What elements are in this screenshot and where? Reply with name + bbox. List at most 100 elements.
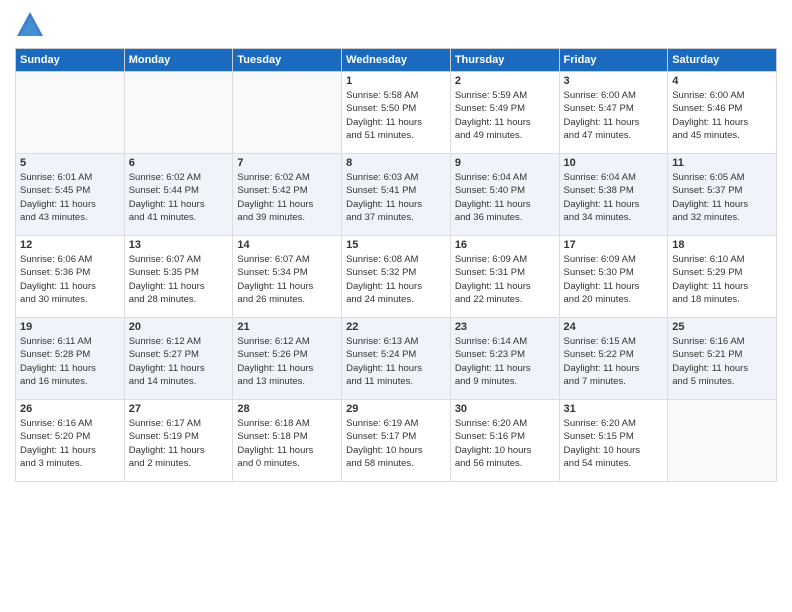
day-info: Sunrise: 6:14 AM Sunset: 5:23 PM Dayligh… <box>455 335 555 388</box>
day-info: Sunrise: 6:02 AM Sunset: 5:44 PM Dayligh… <box>129 171 229 224</box>
logo <box>15 10 49 40</box>
day-number: 5 <box>20 157 120 169</box>
calendar-cell: 4 Sunrise: 6:00 AM Sunset: 5:46 PM Daylig… <box>668 72 777 154</box>
calendar-cell: 30 Sunrise: 6:20 AM Sunset: 5:16 PM Dayli… <box>450 400 559 482</box>
calendar-table: SundayMondayTuesdayWednesdayThursdayFrid… <box>15 48 777 482</box>
day-info: Sunrise: 6:04 AM Sunset: 5:40 PM Dayligh… <box>455 171 555 224</box>
page-container: SundayMondayTuesdayWednesdayThursdayFrid… <box>0 0 792 487</box>
day-info: Sunrise: 6:00 AM Sunset: 5:46 PM Dayligh… <box>672 89 772 142</box>
day-info: Sunrise: 6:06 AM Sunset: 5:36 PM Dayligh… <box>20 253 120 306</box>
calendar-cell: 5 Sunrise: 6:01 AM Sunset: 5:45 PM Daylig… <box>16 154 125 236</box>
day-number: 16 <box>455 239 555 251</box>
day-info: Sunrise: 6:03 AM Sunset: 5:41 PM Dayligh… <box>346 171 446 224</box>
day-info: Sunrise: 6:09 AM Sunset: 5:30 PM Dayligh… <box>564 253 664 306</box>
day-number: 12 <box>20 239 120 251</box>
calendar-cell: 21 Sunrise: 6:12 AM Sunset: 5:26 PM Dayli… <box>233 318 342 400</box>
day-number: 23 <box>455 321 555 333</box>
header-day-saturday: Saturday <box>668 49 777 72</box>
day-info: Sunrise: 6:02 AM Sunset: 5:42 PM Dayligh… <box>237 171 337 224</box>
calendar-cell: 27Sunrise: 6:17 AM Sunset: 5:19 PM Dayli… <box>124 400 233 482</box>
calendar-cell: 8 Sunrise: 6:03 AM Sunset: 5:41 PM Daylig… <box>342 154 451 236</box>
day-number: 13 <box>129 239 229 251</box>
calendar-cell: 28Sunrise: 6:18 AM Sunset: 5:18 PM Dayli… <box>233 400 342 482</box>
day-info: Sunrise: 6:11 AM Sunset: 5:28 PM Dayligh… <box>20 335 120 388</box>
day-number: 3 <box>564 75 664 87</box>
week-row-1: 1 Sunrise: 5:58 AM Sunset: 5:50 PM Daylig… <box>16 72 777 154</box>
calendar-cell: 26 Sunrise: 6:16 AM Sunset: 5:20 PM Dayli… <box>16 400 125 482</box>
day-info: Sunrise: 6:05 AM Sunset: 5:37 PM Dayligh… <box>672 171 772 224</box>
day-info: Sunrise: 6:17 AM Sunset: 5:19 PM Dayligh… <box>129 417 229 470</box>
day-info: Sunrise: 6:04 AM Sunset: 5:38 PM Dayligh… <box>564 171 664 224</box>
calendar-cell: 1 Sunrise: 5:58 AM Sunset: 5:50 PM Daylig… <box>342 72 451 154</box>
day-number: 10 <box>564 157 664 169</box>
day-info: Sunrise: 6:16 AM Sunset: 5:21 PM Dayligh… <box>672 335 772 388</box>
week-row-3: 12 Sunrise: 6:06 AM Sunset: 5:36 PM Dayli… <box>16 236 777 318</box>
day-info: Sunrise: 5:58 AM Sunset: 5:50 PM Dayligh… <box>346 89 446 142</box>
day-info: Sunrise: 6:09 AM Sunset: 5:31 PM Dayligh… <box>455 253 555 306</box>
calendar-cell: 23 Sunrise: 6:14 AM Sunset: 5:23 PM Dayli… <box>450 318 559 400</box>
day-number: 29 <box>346 403 446 415</box>
calendar-cell: 9Sunrise: 6:04 AM Sunset: 5:40 PM Daylig… <box>450 154 559 236</box>
day-number: 7 <box>237 157 337 169</box>
header-day-tuesday: Tuesday <box>233 49 342 72</box>
header-day-sunday: Sunday <box>16 49 125 72</box>
day-info: Sunrise: 6:15 AM Sunset: 5:22 PM Dayligh… <box>564 335 664 388</box>
calendar-cell: 14 Sunrise: 6:07 AM Sunset: 5:34 PM Dayli… <box>233 236 342 318</box>
calendar-cell: 12 Sunrise: 6:06 AM Sunset: 5:36 PM Dayli… <box>16 236 125 318</box>
calendar-cell: 22Sunrise: 6:13 AM Sunset: 5:24 PM Dayli… <box>342 318 451 400</box>
day-number: 1 <box>346 75 446 87</box>
day-number: 2 <box>455 75 555 87</box>
day-number: 30 <box>455 403 555 415</box>
calendar-cell: 11 Sunrise: 6:05 AM Sunset: 5:37 PM Dayli… <box>668 154 777 236</box>
day-info: Sunrise: 6:16 AM Sunset: 5:20 PM Dayligh… <box>20 417 120 470</box>
week-row-4: 19 Sunrise: 6:11 AM Sunset: 5:28 PM Dayli… <box>16 318 777 400</box>
day-info: Sunrise: 6:20 AM Sunset: 5:16 PM Dayligh… <box>455 417 555 470</box>
logo-icon <box>15 10 45 40</box>
header-day-monday: Monday <box>124 49 233 72</box>
day-info: Sunrise: 6:20 AM Sunset: 5:15 PM Dayligh… <box>564 417 664 470</box>
day-number: 8 <box>346 157 446 169</box>
calendar-cell: 15Sunrise: 6:08 AM Sunset: 5:32 PM Dayli… <box>342 236 451 318</box>
calendar-cell: 10 Sunrise: 6:04 AM Sunset: 5:38 PM Dayli… <box>559 154 668 236</box>
day-number: 20 <box>129 321 229 333</box>
day-info: Sunrise: 6:18 AM Sunset: 5:18 PM Dayligh… <box>237 417 337 470</box>
day-info: Sunrise: 5:59 AM Sunset: 5:49 PM Dayligh… <box>455 89 555 142</box>
calendar-cell: 25 Sunrise: 6:16 AM Sunset: 5:21 PM Dayli… <box>668 318 777 400</box>
day-number: 21 <box>237 321 337 333</box>
calendar-cell: 20 Sunrise: 6:12 AM Sunset: 5:27 PM Dayli… <box>124 318 233 400</box>
day-number: 14 <box>237 239 337 251</box>
calendar-cell: 3 Sunrise: 6:00 AM Sunset: 5:47 PM Daylig… <box>559 72 668 154</box>
day-number: 4 <box>672 75 772 87</box>
day-number: 24 <box>564 321 664 333</box>
calendar-cell: 24 Sunrise: 6:15 AM Sunset: 5:22 PM Dayli… <box>559 318 668 400</box>
day-number: 25 <box>672 321 772 333</box>
header-day-wednesday: Wednesday <box>342 49 451 72</box>
calendar-cell: 29Sunrise: 6:19 AM Sunset: 5:17 PM Dayli… <box>342 400 451 482</box>
calendar-cell: 31 Sunrise: 6:20 AM Sunset: 5:15 PM Dayli… <box>559 400 668 482</box>
day-info: Sunrise: 6:07 AM Sunset: 5:35 PM Dayligh… <box>129 253 229 306</box>
day-info: Sunrise: 6:00 AM Sunset: 5:47 PM Dayligh… <box>564 89 664 142</box>
day-number: 17 <box>564 239 664 251</box>
day-info: Sunrise: 6:12 AM Sunset: 5:26 PM Dayligh… <box>237 335 337 388</box>
calendar-cell: 16 Sunrise: 6:09 AM Sunset: 5:31 PM Dayli… <box>450 236 559 318</box>
day-number: 26 <box>20 403 120 415</box>
calendar-cell <box>233 72 342 154</box>
day-info: Sunrise: 6:07 AM Sunset: 5:34 PM Dayligh… <box>237 253 337 306</box>
day-number: 19 <box>20 321 120 333</box>
day-number: 18 <box>672 239 772 251</box>
week-row-5: 26 Sunrise: 6:16 AM Sunset: 5:20 PM Dayli… <box>16 400 777 482</box>
day-info: Sunrise: 6:08 AM Sunset: 5:32 PM Dayligh… <box>346 253 446 306</box>
day-number: 31 <box>564 403 664 415</box>
day-number: 11 <box>672 157 772 169</box>
day-number: 22 <box>346 321 446 333</box>
day-info: Sunrise: 6:12 AM Sunset: 5:27 PM Dayligh… <box>129 335 229 388</box>
week-row-2: 5 Sunrise: 6:01 AM Sunset: 5:45 PM Daylig… <box>16 154 777 236</box>
calendar-cell: 2 Sunrise: 5:59 AM Sunset: 5:49 PM Daylig… <box>450 72 559 154</box>
calendar-cell: 18Sunrise: 6:10 AM Sunset: 5:29 PM Dayli… <box>668 236 777 318</box>
header <box>15 10 777 40</box>
calendar-cell: 19 Sunrise: 6:11 AM Sunset: 5:28 PM Dayli… <box>16 318 125 400</box>
day-info: Sunrise: 6:01 AM Sunset: 5:45 PM Dayligh… <box>20 171 120 224</box>
calendar-cell <box>668 400 777 482</box>
calendar-cell: 7 Sunrise: 6:02 AM Sunset: 5:42 PM Daylig… <box>233 154 342 236</box>
calendar-cell <box>124 72 233 154</box>
